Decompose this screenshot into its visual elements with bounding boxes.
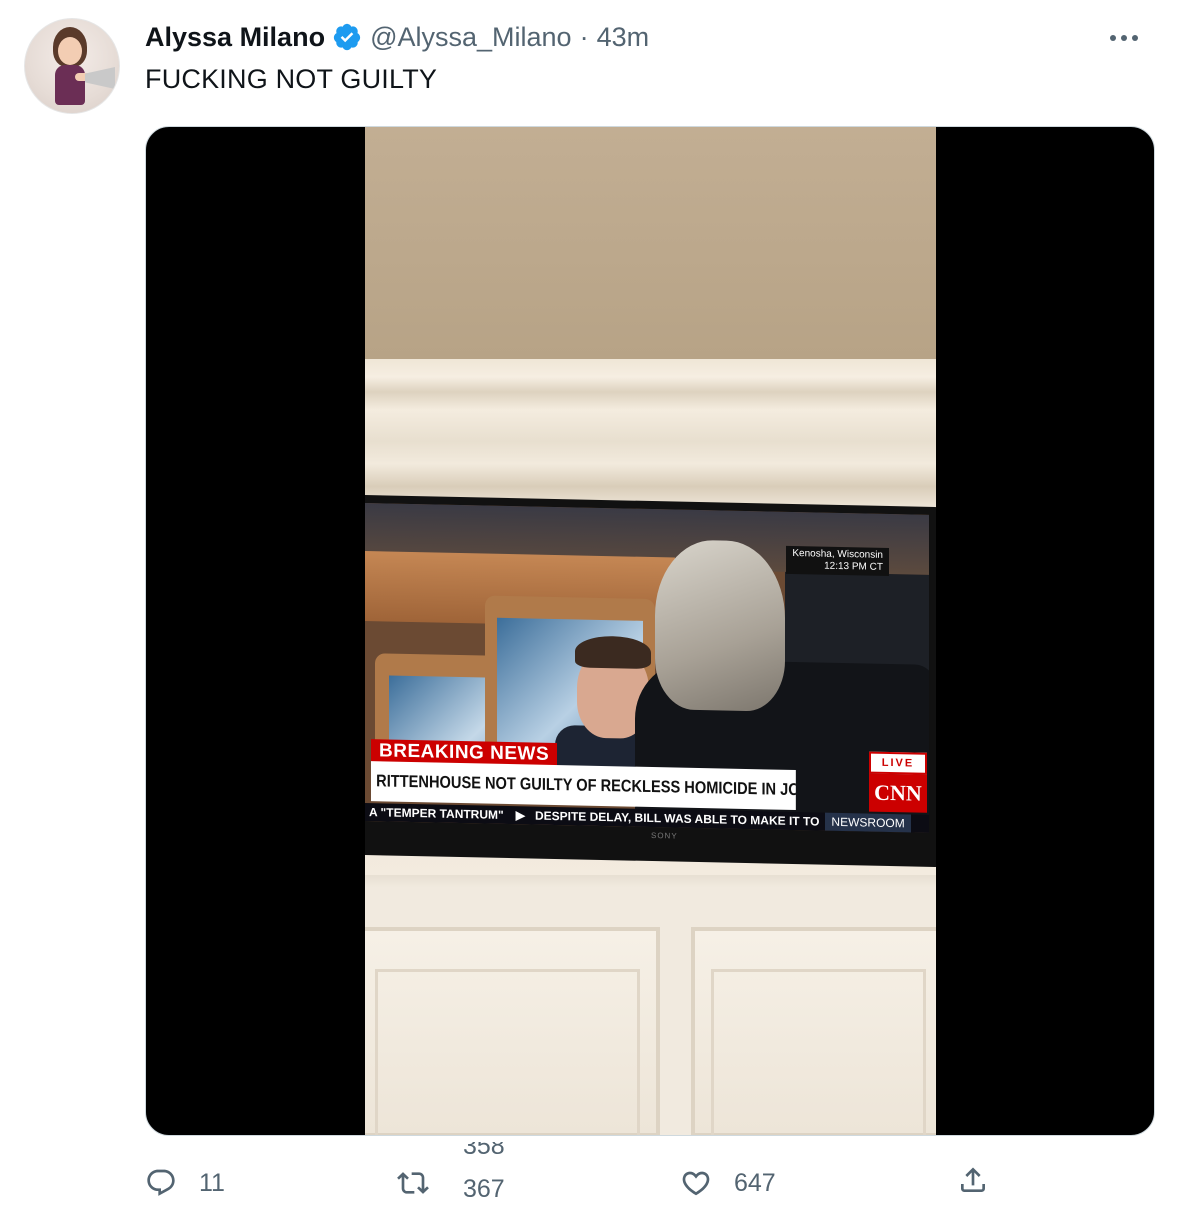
share-button[interactable] <box>957 1164 989 1196</box>
video-frame: Kenosha, Wisconsin 12:13 PM CT BREAKING … <box>365 127 936 1135</box>
retweet-count-old: 358 <box>463 1142 505 1160</box>
tweet-actions: 11 358 367 647 <box>145 1142 1045 1210</box>
television: Kenosha, Wisconsin 12:13 PM CT BREAKING … <box>365 494 936 868</box>
more-dot <box>1121 35 1127 41</box>
crown-molding <box>365 359 936 509</box>
reply-button[interactable]: 11 <box>145 1167 225 1199</box>
share-icon <box>961 1167 985 1192</box>
author-avatar[interactable] <box>24 18 120 114</box>
ticker-left: A "TEMPER TANTRUM" <box>369 805 504 822</box>
megaphone-icon <box>85 67 115 89</box>
tv-brand: SONY <box>651 831 678 841</box>
tv-screen: Kenosha, Wisconsin 12:13 PM CT BREAKING … <box>365 503 929 833</box>
cabinet-door-right <box>691 927 936 1135</box>
defendant-hair <box>575 635 651 670</box>
author-handle[interactable]: @Alyssa_Milano <box>370 22 572 53</box>
more-dot <box>1132 35 1138 41</box>
tweet-timestamp[interactable]: 43m <box>597 22 650 53</box>
retweet-button[interactable] <box>397 1167 429 1199</box>
retweet-count-rolling: 358 367 <box>463 1142 523 1202</box>
retweet-icon <box>397 1172 429 1194</box>
tweet-text: FUCKING NOT GUILTY <box>145 64 438 94</box>
avatar-body <box>55 65 85 105</box>
more-options-icon[interactable] <box>1106 30 1142 46</box>
avatar-face <box>58 37 82 65</box>
author-name[interactable]: Alyssa Milano <box>145 22 325 53</box>
tv-location-box: Kenosha, Wisconsin 12:13 PM CT <box>786 545 889 577</box>
verified-badge-icon <box>333 23 361 51</box>
tv-location: Kenosha, Wisconsin <box>792 547 883 561</box>
reply-count: 11 <box>199 1168 225 1197</box>
heart-icon <box>682 1171 710 1196</box>
like-button[interactable]: 647 <box>680 1167 776 1199</box>
like-count: 647 <box>734 1168 776 1197</box>
retweet-count-new: 367 <box>463 1175 505 1202</box>
cabinet-door-left <box>365 927 660 1135</box>
tweet-video[interactable]: Kenosha, Wisconsin 12:13 PM CT BREAKING … <box>145 126 1155 1136</box>
door-panel <box>375 969 640 1135</box>
door-panel <box>711 969 926 1135</box>
more-dot <box>1110 35 1116 41</box>
tv-time: 12:13 PM CT <box>824 560 883 573</box>
attorney-hair <box>655 539 785 712</box>
tweet-header: Alyssa Milano @Alyssa_Milano · 43m <box>145 20 649 54</box>
news-headline: RITTENHOUSE NOT GUILTY OF RECKLESS HOMIC… <box>371 761 796 811</box>
live-badge: LIVE <box>869 751 927 775</box>
reply-icon <box>147 1169 175 1196</box>
cnn-logo: CNN <box>869 773 927 813</box>
ticker-show: NEWSROOM <box>825 812 911 833</box>
play-arrow-icon: ▶ <box>515 808 525 823</box>
header-separator: · <box>579 21 589 52</box>
